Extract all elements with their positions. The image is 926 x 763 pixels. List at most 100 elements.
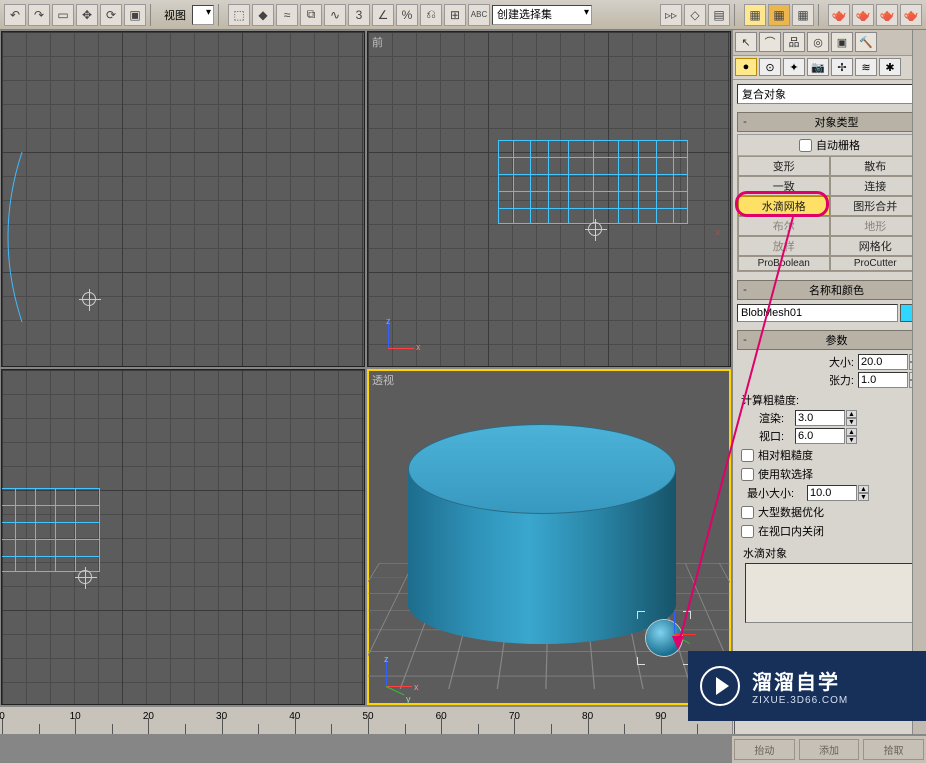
object-category-combo[interactable]: 复合对象 — [737, 84, 922, 104]
tab-modify-icon[interactable]: ⌒ — [759, 32, 781, 52]
create-spacewarps-icon[interactable]: ≋ — [855, 58, 877, 76]
panel-icon-1[interactable]: ▦ — [744, 4, 766, 26]
playback-icon-1[interactable]: ▹▹ — [660, 4, 682, 26]
view-label: 视图 — [160, 7, 190, 23]
tab-display-icon[interactable]: ▣ — [831, 32, 853, 52]
soft-select-checkbox[interactable] — [741, 468, 754, 481]
panel-scroll-strip[interactable] — [912, 30, 926, 734]
status-strip: 抬动 添加 拾取 — [732, 735, 926, 763]
tool-icon-10[interactable]: ⊞ — [444, 4, 466, 26]
tool-icon-8[interactable]: % — [396, 4, 418, 26]
viewport-up[interactable]: ▲ — [846, 428, 857, 436]
tension-spinner[interactable] — [858, 372, 908, 388]
create-lights-icon[interactable]: ✦ — [783, 58, 805, 76]
move-icon[interactable]: ✥ — [76, 4, 98, 26]
viewport-left[interactable] — [1, 369, 365, 705]
viewport-front[interactable]: 前 — [367, 31, 731, 367]
collapse-btn[interactable]: - — [738, 116, 752, 128]
tab-hierarchy-icon[interactable]: 品 — [783, 32, 805, 52]
btn-terrain[interactable]: 地形 — [830, 216, 922, 236]
size-label: 大小: — [739, 354, 858, 370]
tab-select-arrow[interactable]: ↖ — [735, 32, 757, 52]
coarse-heading: 计算粗糙度: — [741, 392, 920, 408]
btn-scatter[interactable]: 散布 — [830, 156, 922, 176]
select-icon[interactable]: ▭ — [52, 4, 74, 26]
collapse-btn-3[interactable]: - — [738, 334, 752, 346]
teapot-icon-3[interactable]: 🫖 — [876, 4, 898, 26]
timeline-tick-label: 20 — [143, 711, 154, 722]
create-geometry-icon[interactable]: ● — [735, 58, 757, 76]
btn-boolean[interactable]: 布尔 — [738, 216, 830, 236]
undo-icon[interactable]: ↶ — [4, 4, 26, 26]
timeline-tick-label: 80 — [582, 711, 593, 722]
teapot-icon-2[interactable]: 🫖 — [852, 4, 874, 26]
tool-icon-1[interactable]: ⬚ — [228, 4, 250, 26]
tab-utilities-icon[interactable]: 🔨 — [855, 32, 877, 52]
btn-blobmesh[interactable]: 水滴网格 — [738, 196, 830, 216]
viewport-top[interactable] — [1, 31, 365, 367]
relative-coarse-checkbox[interactable] — [741, 449, 754, 462]
soft-select-label: 使用软选择 — [758, 466, 813, 482]
scale-icon[interactable]: ▣ — [124, 4, 146, 26]
timeline-tick-label: 60 — [436, 711, 447, 722]
status-cell-3[interactable]: 拾取 — [863, 739, 924, 760]
create-cameras-icon[interactable]: 📷 — [807, 58, 829, 76]
redo-icon[interactable]: ↷ — [28, 4, 50, 26]
autogrid-label: 自动栅格 — [816, 137, 860, 153]
btn-mesher[interactable]: 网格化 — [830, 236, 922, 256]
autogrid-checkbox[interactable] — [799, 139, 812, 152]
object-name-field[interactable]: BlobMesh01 — [737, 304, 898, 322]
btn-procutter[interactable]: ProCutter — [830, 256, 922, 271]
minsize-up[interactable]: ▲ — [858, 485, 869, 493]
status-cell-2[interactable]: 添加 — [799, 739, 860, 760]
render-up[interactable]: ▲ — [846, 410, 857, 418]
tool-icon-5[interactable]: ∿ — [324, 4, 346, 26]
minsize-down[interactable]: ▼ — [858, 493, 869, 501]
timeline-ruler[interactable]: 0102030405060708090100 — [0, 706, 732, 734]
create-helpers-icon[interactable]: ✢ — [831, 58, 853, 76]
btn-connect[interactable]: 连接 — [830, 176, 922, 196]
render-spinner[interactable] — [795, 410, 845, 426]
render-down[interactable]: ▼ — [846, 418, 857, 426]
viewport-spinner[interactable] — [795, 428, 845, 444]
create-shapes-icon[interactable]: ⊙ — [759, 58, 781, 76]
panel-icon-2[interactable]: ▦ — [768, 4, 790, 26]
eraser-icon[interactable]: ◇ — [684, 4, 706, 26]
tool-icon-2[interactable]: ◆ — [252, 4, 274, 26]
teapot-icon-1[interactable]: 🫖 — [828, 4, 850, 26]
tab-motion-icon[interactable]: ◎ — [807, 32, 829, 52]
status-cell-1[interactable]: 抬动 — [734, 739, 795, 760]
btn-shapemerge[interactable]: 图形合并 — [830, 196, 922, 216]
btn-conform[interactable]: 一致 — [738, 176, 830, 196]
create-set-dropdown[interactable]: 创建选择集 — [492, 5, 592, 25]
create-systems-icon[interactable]: ✱ — [879, 58, 901, 76]
tool-icon-9[interactable]: ⎌ — [420, 4, 442, 26]
largedata-checkbox[interactable] — [741, 506, 754, 519]
panel-icon-3[interactable]: ▦ — [792, 4, 814, 26]
close-vp-checkbox[interactable] — [741, 525, 754, 538]
viewport-down[interactable]: ▼ — [846, 436, 857, 444]
tool-icon-6[interactable]: 3 — [348, 4, 370, 26]
tool-icon-3[interactable]: ≈ — [276, 4, 298, 26]
view-dropdown[interactable] — [192, 5, 214, 25]
collapse-btn-2[interactable]: - — [738, 284, 752, 296]
tool-icon-7[interactable]: ∠ — [372, 4, 394, 26]
watermark-sub: ZIXUE.3D66.COM — [752, 695, 848, 706]
top-toolbar: ↶ ↷ ▭ ✥ ⟳ ▣ 视图 ⬚ ◆ ≈ ⧉ ∿ 3 ∠ % ⎌ ⊞ ABC 创… — [0, 0, 926, 30]
blob-object-list[interactable] — [745, 563, 914, 623]
abc-icon[interactable]: ABC — [468, 4, 490, 26]
rollout-name-color-header[interactable]: - 名称和颜色 — [737, 280, 922, 300]
timeline-tick-label: 40 — [289, 711, 300, 722]
btn-proboolean[interactable]: ProBoolean — [738, 256, 830, 271]
rollout-params-header[interactable]: - 参数 — [737, 330, 922, 350]
rollout-object-type-header[interactable]: - 对象类型 — [737, 112, 922, 132]
viewport-perspective[interactable]: 透视 — [367, 369, 731, 705]
minsize-spinner[interactable] — [807, 485, 857, 501]
size-spinner[interactable] — [858, 354, 908, 370]
teapot-icon-4[interactable]: 🫖 — [900, 4, 922, 26]
rotate-icon[interactable]: ⟳ — [100, 4, 122, 26]
playback-icon-2[interactable]: ▤ — [708, 4, 730, 26]
create-set-label: 创建选择集 — [497, 9, 552, 21]
btn-morph[interactable]: 变形 — [738, 156, 830, 176]
tool-icon-4[interactable]: ⧉ — [300, 4, 322, 26]
